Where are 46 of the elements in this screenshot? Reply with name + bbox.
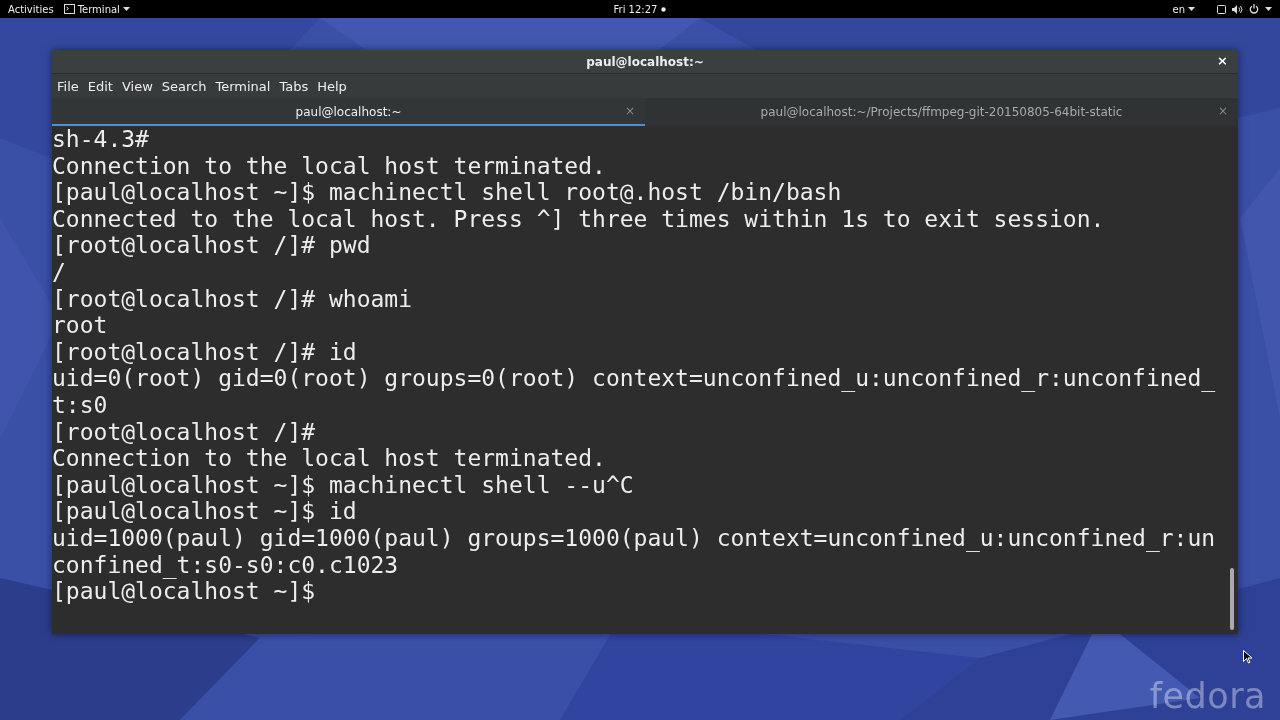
caret-icon	[122, 7, 130, 11]
power-icon[interactable]	[1249, 4, 1259, 14]
tab-close-button[interactable]: ×	[622, 104, 637, 118]
menu-item[interactable]: Edit	[83, 78, 117, 94]
terminal-line: Connected to the local host. Press ^] three times within 1s to exit session.	[52, 205, 1106, 233]
caret-icon[interactable]	[1265, 7, 1272, 11]
menu-item[interactable]: File	[53, 78, 83, 94]
wallpaper-logo: fedora	[1149, 676, 1266, 716]
clock[interactable]: Fri 12:27	[613, 3, 658, 15]
app-menu[interactable]: Terminal	[63, 3, 130, 15]
terminal-line: uid=0(root) gid=0(root) groups=0(root) context=unconfined_u:unconfined_r:unconfined_	[52, 365, 1217, 392]
terminal-line: [root@localhost /]# whoami	[52, 285, 414, 313]
tab-close-button[interactable]: ×	[1215, 104, 1230, 118]
menu-item[interactable]: Search	[157, 78, 211, 94]
terminal-line: confined_t:s0-s0:c0.c1023	[52, 551, 400, 579]
terminal-line: [root@localhost /]# id	[52, 338, 358, 366]
terminal-line: t:s0	[52, 391, 109, 419]
menu-item[interactable]: View	[117, 78, 157, 94]
window-title: paul@localhost:~	[586, 54, 704, 69]
terminal-line: root	[52, 312, 109, 339]
terminal-line: [paul@localhost ~]$ machinectl shell root@.host /bin/bash	[52, 179, 843, 206]
menu-item[interactable]: Tabs	[275, 78, 313, 94]
terminal-line: sh-4.3#	[52, 126, 150, 153]
screen-icon[interactable]	[1217, 4, 1226, 14]
terminal-line: Connection to the local host terminated.	[52, 152, 607, 180]
tab[interactable]: paul@localhost:~/Projects/ffmpeg-git-20150805-64bit-static ×	[645, 98, 1238, 126]
terminal-line: [paul@localhost ~]$	[52, 578, 316, 605]
terminal-line: [paul@localhost ~]$ machinectl shell --u^C	[52, 471, 635, 499]
menu-item[interactable]: Help	[313, 78, 351, 94]
terminal-line: [paul@localhost ~]$ id	[52, 498, 358, 525]
activities-button[interactable]: Activities	[8, 3, 54, 15]
notification-dot-icon	[661, 6, 667, 12]
terminal-line: /	[52, 258, 67, 286]
volume-icon[interactable]	[1232, 4, 1243, 14]
mouse-pointer-icon	[1243, 650, 1252, 664]
terminal-icon	[63, 4, 75, 14]
terminal-line: [root@localhost /]#	[52, 418, 317, 446]
terminal-line: [root@localhost /]# pwd	[52, 232, 372, 259]
caret-icon	[1188, 7, 1195, 11]
menu-item[interactable]: Terminal	[211, 78, 275, 94]
terminal-line: Connection to the local host terminated.	[52, 445, 607, 472]
terminal-line: uid=1000(paul) gid=1000(paul) groups=1000(paul) context=unconfined_u:unconfined_r:un	[52, 524, 1217, 552]
tab[interactable]: paul@localhost:~ ×	[52, 98, 645, 126]
scrollbar-thumb[interactable]	[1230, 568, 1234, 630]
close-button[interactable]: ×	[1215, 53, 1230, 68]
language-menu[interactable]: en	[1172, 3, 1195, 15]
